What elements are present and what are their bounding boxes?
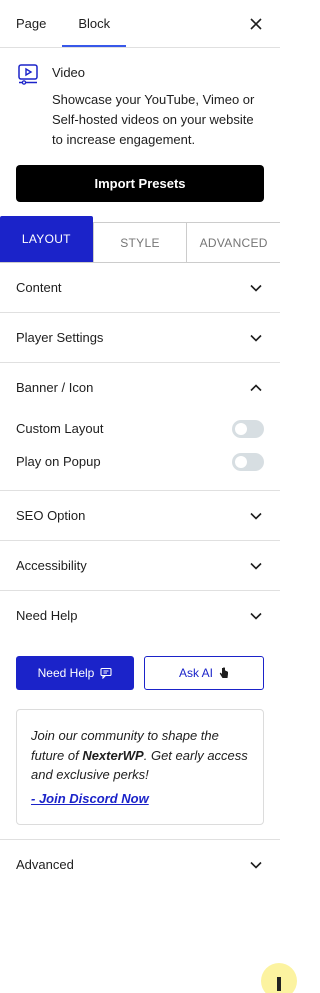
sidebar-tabs: Page Block [0,0,280,48]
ask-ai-button[interactable]: Ask AI [144,656,264,690]
tab-block[interactable]: Block [62,0,126,47]
block-title: Video [52,65,86,80]
need-help-button-label: Need Help [37,666,95,680]
tab-advanced[interactable]: ADVANCED [186,222,281,262]
community-card: Join our community to shape the future o… [16,709,264,825]
section-player-settings-header[interactable]: Player Settings [0,313,280,362]
mode-tabs: LAYOUT STYLE ADVANCED [0,216,281,263]
section-seo-option: SEO Option [0,491,280,541]
chevron-down-icon [248,608,264,624]
hand-pointer-icon [219,667,228,678]
tab-block-label: Block [78,16,111,31]
need-help-button[interactable]: Need Help [16,656,134,690]
play-on-popup-toggle[interactable] [232,452,264,471]
section-seo-option-header[interactable]: SEO Option [0,491,280,540]
section-need-help-header[interactable]: Need Help [0,591,280,640]
section-advanced-header[interactable]: Advanced [0,840,280,889]
section-accessibility-header[interactable]: Accessibility [0,541,280,590]
chevron-up-icon [248,380,264,396]
tab-layout[interactable]: LAYOUT [0,216,93,262]
section-player-settings-label: Player Settings [16,330,104,345]
chevron-down-icon [248,558,264,574]
section-banner-icon: Banner / Icon Custom Layout Play on Popu… [0,363,280,491]
section-content: Content [0,263,280,313]
section-content-label: Content [16,280,62,295]
section-banner-icon-label: Banner / Icon [16,380,94,395]
help-buttons: Need Help Ask AI [0,640,280,690]
help-bubble-button[interactable] [261,963,297,993]
section-advanced: Advanced [0,840,280,889]
section-need-help: Need Help Need Help Ask AI Join our comm… [0,591,280,840]
chevron-down-icon [248,508,264,524]
section-banner-icon-header[interactable]: Banner / Icon [0,363,280,412]
block-card: Video Showcase your YouTube, Vimeo or Se… [0,48,280,150]
video-icon [18,64,38,85]
custom-layout-toggle[interactable] [232,419,264,438]
section-accessibility: Accessibility [0,541,280,591]
block-description: Showcase your YouTube, Vimeo or Self-hos… [52,92,255,147]
tab-style[interactable]: STYLE [92,222,187,262]
section-player-settings: Player Settings [0,313,280,363]
tab-page[interactable]: Page [0,0,62,47]
section-need-help-label: Need Help [16,608,78,623]
tab-page-label: Page [16,16,47,31]
community-brand: NexterWP [82,747,144,763]
close-icon [250,18,262,30]
chevron-down-icon [248,857,264,873]
play-on-popup-label: Play on Popup [16,454,101,469]
section-accessibility-label: Accessibility [16,558,87,573]
chevron-down-icon [248,280,264,296]
custom-layout-label: Custom Layout [16,421,104,436]
chevron-down-icon [248,330,264,346]
section-advanced-label: Advanced [16,857,74,872]
chat-icon [100,667,112,679]
custom-layout-row: Custom Layout [0,412,280,445]
play-on-popup-row: Play on Popup [0,445,280,478]
section-seo-option-label: SEO Option [16,508,86,523]
join-discord-link[interactable]: - Join Discord Now [31,789,149,809]
import-presets-button[interactable]: Import Presets [16,165,264,202]
ask-ai-button-label: Ask AI [178,666,213,680]
close-button[interactable] [246,14,266,34]
section-content-header[interactable]: Content [0,263,280,312]
